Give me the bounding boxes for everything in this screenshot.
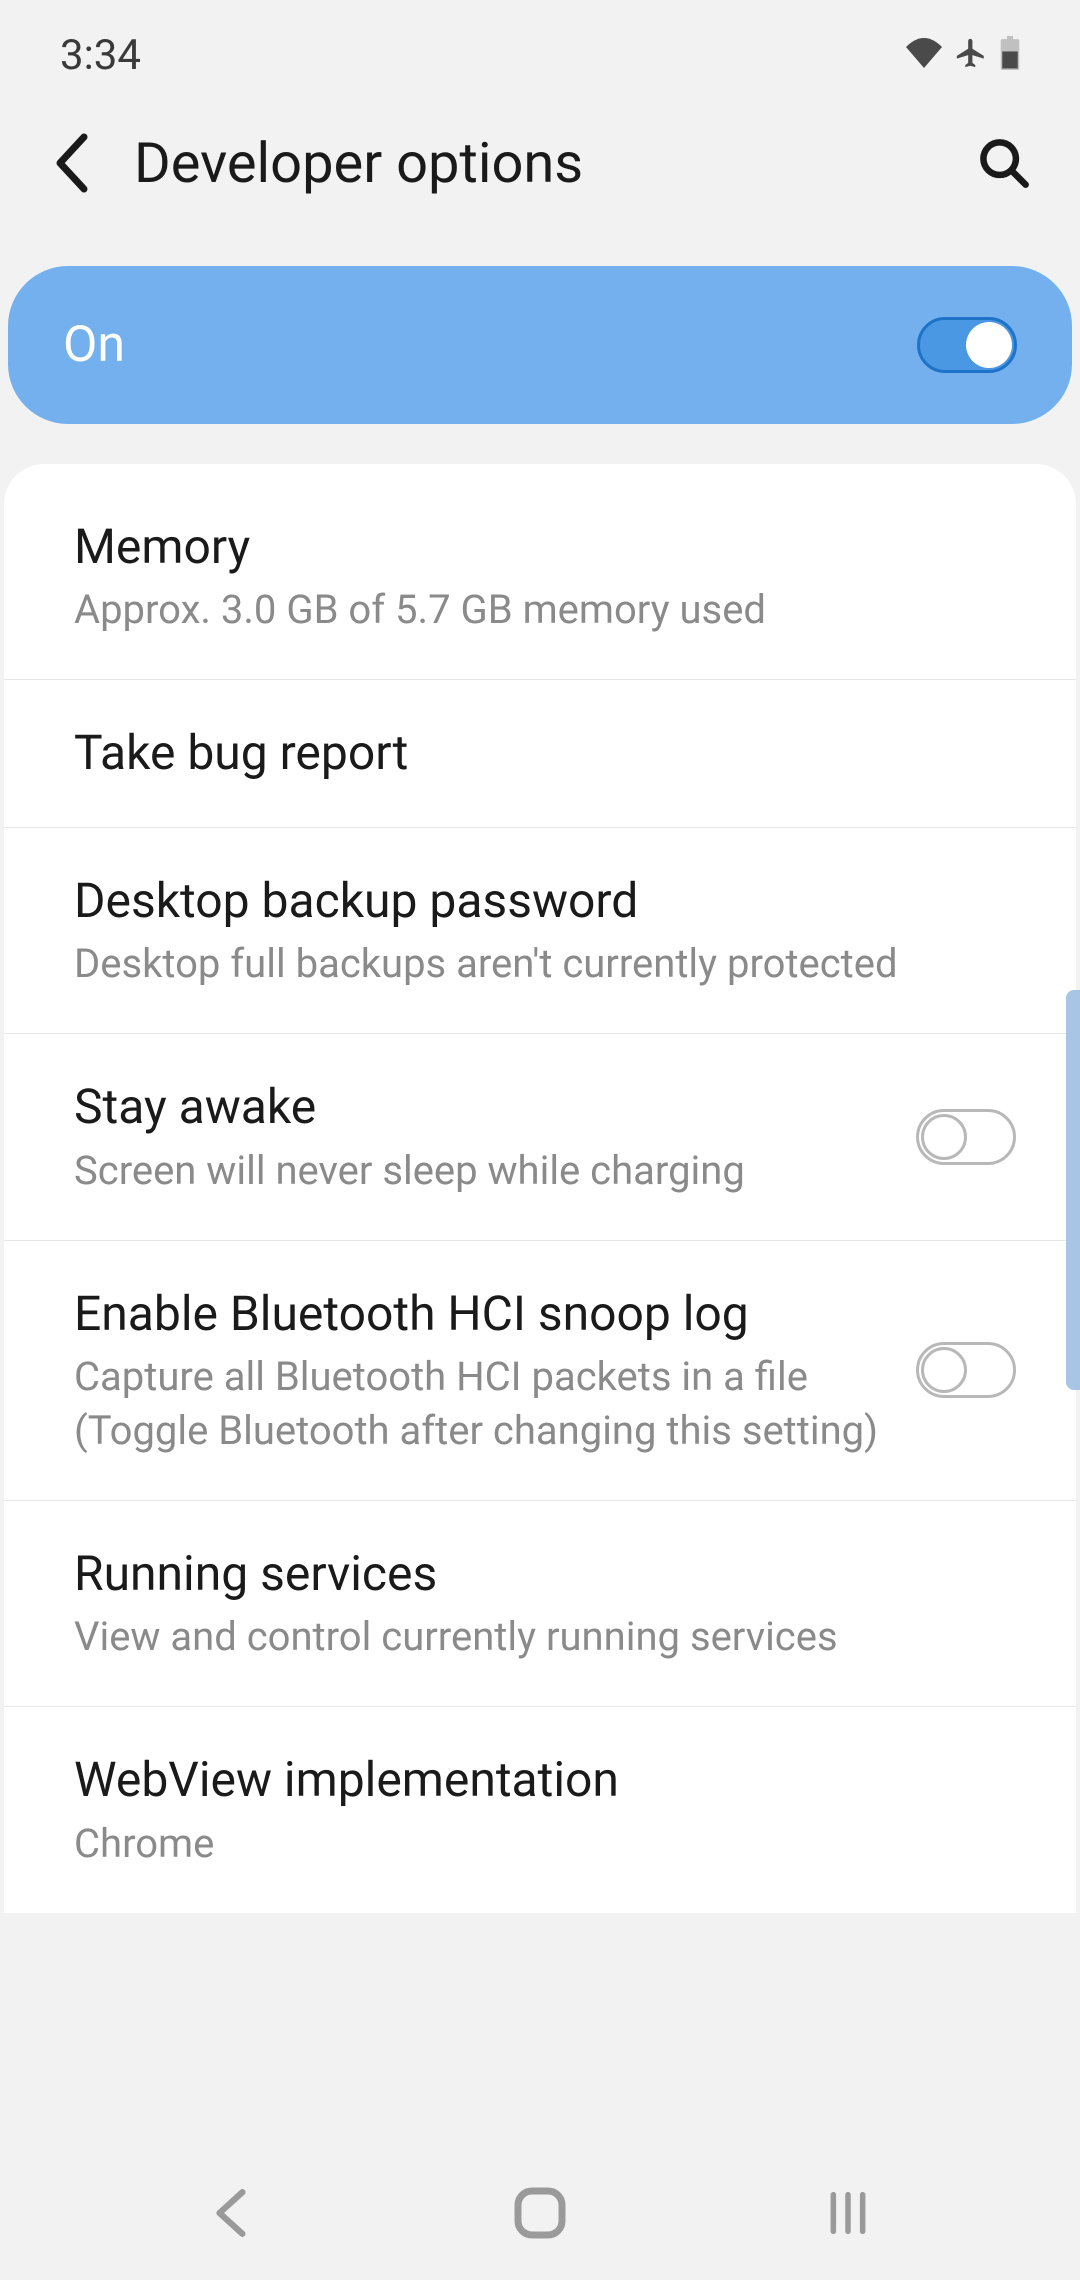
nav-back-button[interactable] <box>210 2188 254 2242</box>
setting-title: Stay awake <box>74 1076 886 1138</box>
settings-list: Memory Approx. 3.0 GB of 5.7 GB memory u… <box>4 464 1076 1913</box>
setting-desktop-backup-password[interactable]: Desktop backup password Desktop full bac… <box>4 828 1076 1034</box>
setting-subtitle: Desktop full backups aren't currently pr… <box>74 937 1016 991</box>
battery-icon <box>1000 36 1020 74</box>
setting-title: Running services <box>74 1543 1016 1605</box>
status-icons <box>906 36 1020 74</box>
nav-recents-button[interactable] <box>826 2191 870 2239</box>
setting-title: WebView implementation <box>74 1749 1016 1811</box>
header: Developer options <box>0 100 1080 246</box>
setting-subtitle: Chrome <box>74 1817 1016 1871</box>
setting-memory[interactable]: Memory Approx. 3.0 GB of 5.7 GB memory u… <box>4 474 1076 680</box>
setting-running-services[interactable]: Running services View and control curren… <box>4 1501 1076 1707</box>
master-toggle-switch[interactable] <box>917 317 1017 373</box>
airplane-icon <box>954 36 988 74</box>
nav-home-button[interactable] <box>514 2187 566 2243</box>
master-toggle-card[interactable]: On <box>8 266 1072 424</box>
scroll-indicator[interactable] <box>1066 990 1080 1390</box>
master-toggle-label: On <box>63 316 125 374</box>
setting-take-bug-report[interactable]: Take bug report <box>4 680 1076 827</box>
wifi-icon <box>906 37 942 73</box>
navigation-bar <box>0 2150 1080 2280</box>
setting-subtitle: Approx. 3.0 GB of 5.7 GB memory used <box>74 583 1016 637</box>
setting-subtitle: Capture all Bluetooth HCI packets in a f… <box>74 1350 886 1458</box>
setting-subtitle: View and control currently running servi… <box>74 1610 1016 1664</box>
setting-bluetooth-hci[interactable]: Enable Bluetooth HCI snoop log Capture a… <box>4 1241 1076 1501</box>
bluetooth-hci-toggle[interactable] <box>916 1342 1016 1398</box>
back-button[interactable] <box>50 133 94 193</box>
setting-webview-implementation[interactable]: WebView implementation Chrome <box>4 1707 1076 1912</box>
status-bar: 3:34 <box>0 0 1080 100</box>
setting-title: Memory <box>74 516 1016 578</box>
setting-title: Enable Bluetooth HCI snoop log <box>74 1283 886 1345</box>
setting-subtitle: Screen will never sleep while charging <box>74 1144 886 1198</box>
setting-title: Desktop backup password <box>74 870 1016 932</box>
stay-awake-toggle[interactable] <box>916 1109 1016 1165</box>
setting-stay-awake[interactable]: Stay awake Screen will never sleep while… <box>4 1034 1076 1240</box>
status-time: 3:34 <box>60 31 141 80</box>
search-button[interactable] <box>978 137 1030 189</box>
page-title: Developer options <box>134 130 938 196</box>
setting-title: Take bug report <box>74 722 1016 784</box>
